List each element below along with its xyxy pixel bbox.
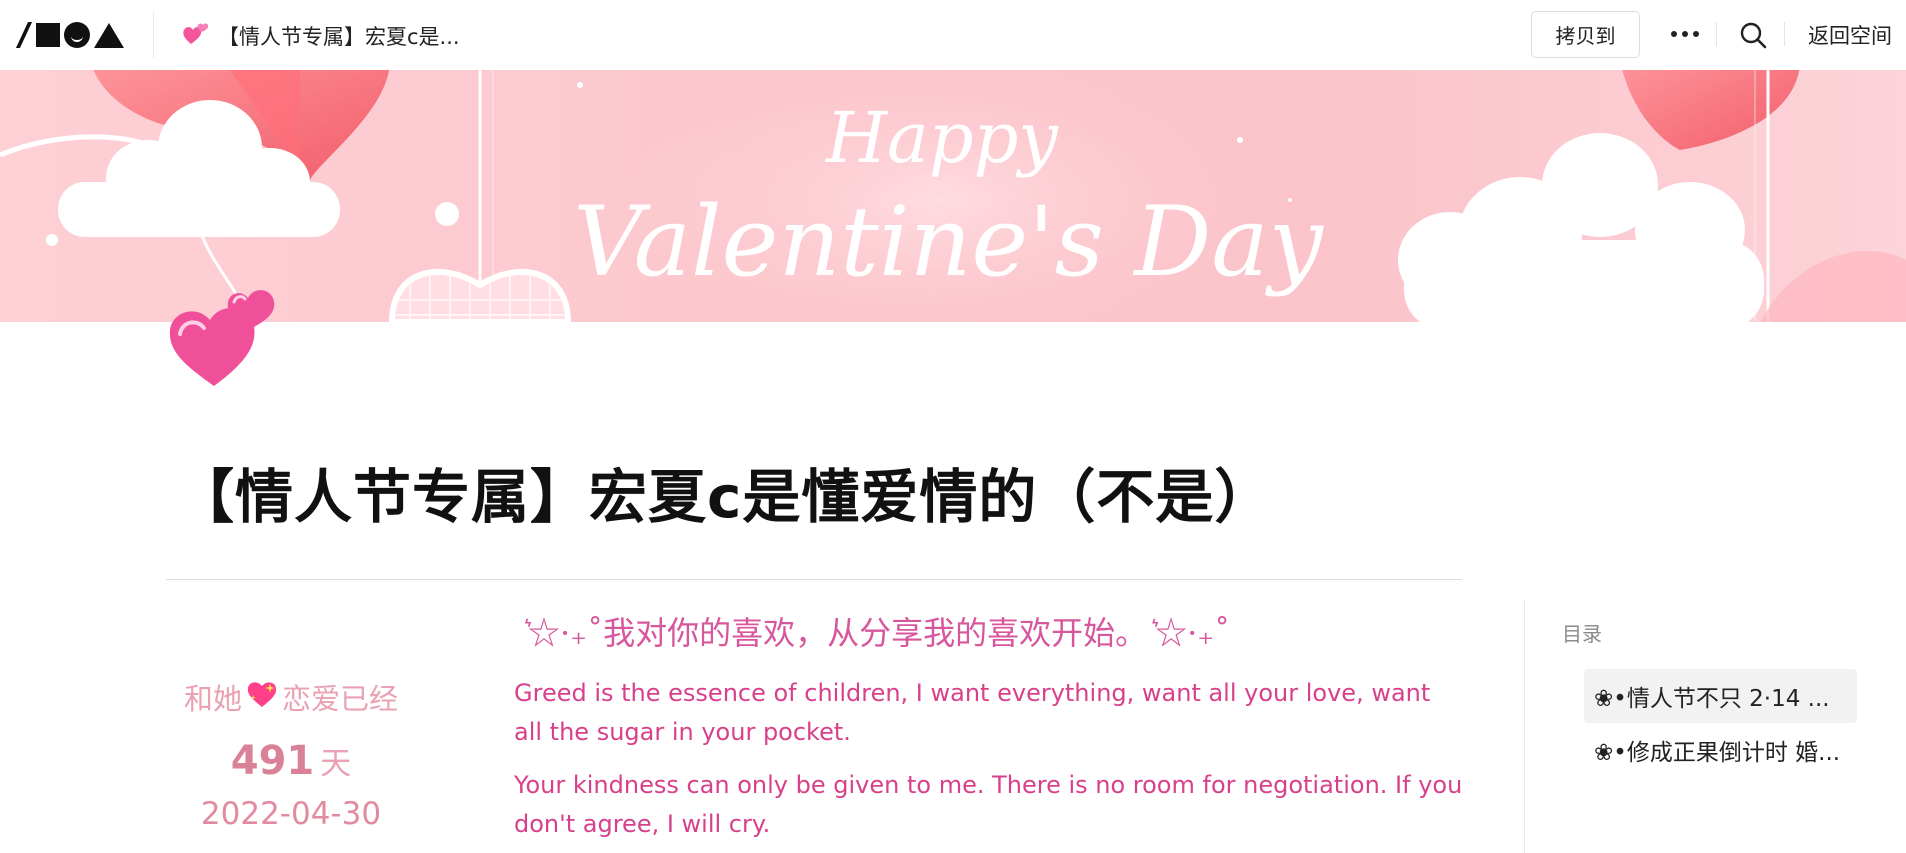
logo-slash-shape — [15, 22, 33, 48]
cover-banner: Happy Valentine's Day — [0, 70, 1906, 322]
valentine-banner-art: Happy Valentine's Day — [0, 70, 1906, 322]
copy-to-button[interactable]: 拷贝到 — [1531, 11, 1640, 58]
love-day-counter: 和她 恋爱已经 491 天 2022-04-30 — [166, 676, 416, 832]
doc-title-text: 【情人节专属】宏夏c是... — [218, 25, 460, 49]
back-to-space-link[interactable]: 返回空间 — [1808, 20, 1892, 50]
title-divider — [166, 579, 1462, 580]
paragraph[interactable]: Your kindness can only be given to me. T… — [514, 766, 1464, 844]
sparkling-heart-icon — [246, 679, 278, 716]
two-hearts-icon — [182, 20, 210, 52]
counter-start-date: 2022-04-30 — [200, 796, 382, 832]
page-title[interactable]: 【情人节专属】宏夏c是懂爱情的（不是） — [176, 450, 1273, 534]
banner-valentines-text: Valentine's Day — [573, 186, 1324, 298]
toc-divider — [1524, 600, 1525, 853]
top-bar: 【情人节专属】宏夏c是... 拷贝到 返回空间 — [0, 0, 1906, 70]
logo-triangle-shape — [94, 22, 124, 48]
topbar-divider — [153, 12, 154, 58]
counter-days-unit: 天 — [320, 746, 352, 782]
toc-heading: 目录 — [1562, 622, 1602, 646]
toc-item[interactable]: ❀•情人节不只 2·14 ... — [1584, 669, 1857, 723]
topbar-separator — [1716, 22, 1717, 46]
counter-prefix: 和她 — [183, 682, 242, 716]
topbar-separator — [1784, 22, 1785, 46]
two-hearts-icon[interactable] — [166, 274, 284, 392]
app-logo[interactable] — [15, 20, 124, 50]
counter-label: 和她 恋爱已经 — [166, 676, 416, 718]
logo-smile-shape — [64, 22, 90, 48]
counter-suffix: 恋爱已经 — [282, 682, 399, 716]
search-icon[interactable] — [1738, 20, 1768, 50]
counter-days: 491 天 — [166, 738, 416, 784]
breadcrumb-doc-title[interactable]: 【情人节专属】宏夏c是... — [182, 20, 460, 52]
main-content: ͛☆·₊˚我对你的喜欢，从分享我的喜欢开始。 ͛☆·₊˚ Greed is th… — [514, 608, 1464, 844]
quote-heading[interactable]: ͛☆·₊˚我对你的喜欢，从分享我的喜欢开始。 ͛☆·₊˚ — [528, 608, 1464, 654]
counter-days-value: 491 — [230, 738, 315, 784]
banner-happy-text: Happy — [824, 97, 1059, 179]
paragraph[interactable]: Greed is the essence of children, I want… — [514, 674, 1464, 752]
table-of-contents: 目录 ❀•情人节不只 2·14 ... ❀•修成正果倒计时 婚... — [1562, 618, 1857, 777]
more-dots-icon[interactable] — [1668, 22, 1702, 46]
toc-item[interactable]: ❀•修成正果倒计时 婚... — [1584, 723, 1857, 777]
logo-square-shape — [36, 23, 60, 47]
